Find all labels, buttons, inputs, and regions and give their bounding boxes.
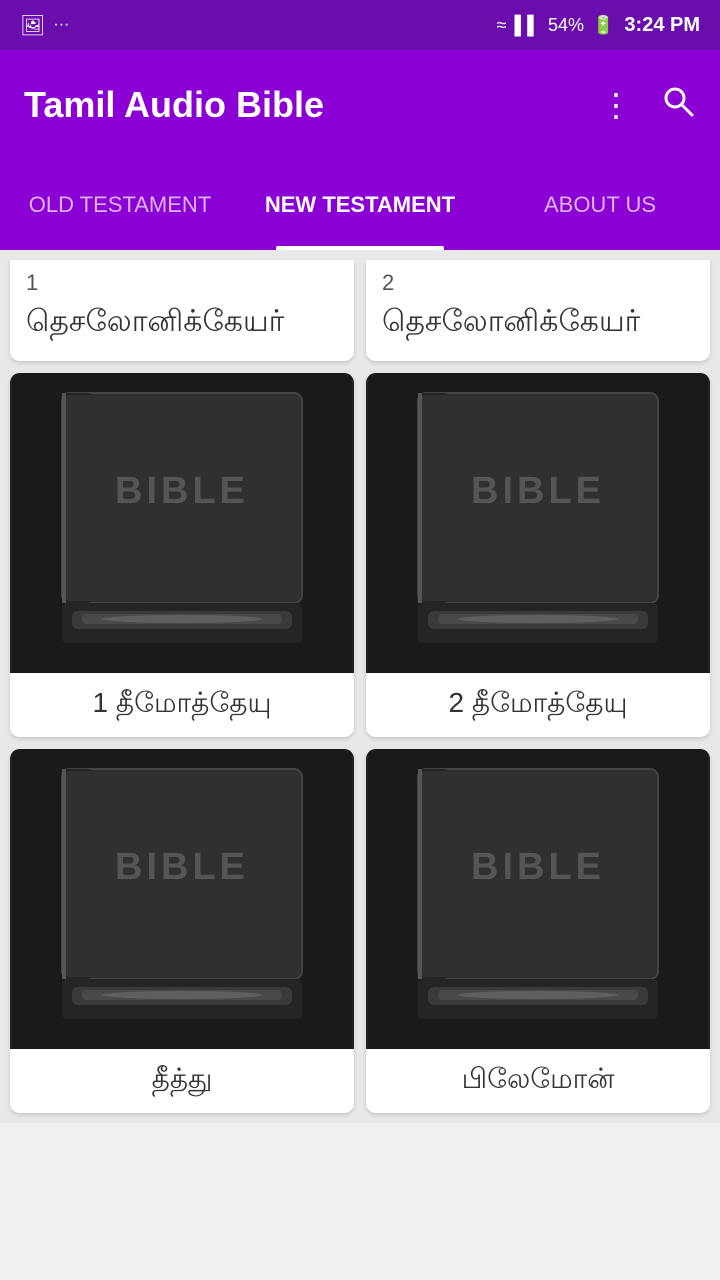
- search-icon[interactable]: [660, 83, 696, 127]
- card-titus-label: தீத்து: [142, 1049, 223, 1113]
- card-titus-image: BIBLE: [10, 749, 354, 1049]
- card-1-timothy-image: BIBLE: [10, 373, 354, 673]
- tab-bar: OLD TESTAMENT NEW TESTAMENT ABOUT US: [0, 160, 720, 250]
- svg-text:BIBLE: BIBLE: [471, 470, 605, 512]
- card-1-timothy[interactable]: BIBLE 1 தீமோத்தேயு: [10, 373, 354, 737]
- card-philemon-label: பிலேமோன்: [452, 1049, 625, 1113]
- battery-text: 54%: [548, 15, 584, 36]
- tab-about-us-label: ABOUT US: [544, 192, 656, 218]
- status-left-icons: 🖼 ···: [20, 13, 69, 38]
- card-titus[interactable]: BIBLE தீத்து: [10, 749, 354, 1113]
- app-title: Tamil Audio Bible: [24, 84, 600, 126]
- partial-card-1-title: தெசலோனிக்கேயர்: [26, 302, 284, 341]
- tab-old-testament[interactable]: OLD TESTAMENT: [0, 160, 240, 250]
- partial-card-1[interactable]: 1 தெசலோனிக்கேயர்: [10, 260, 354, 361]
- status-bar: 🖼 ··· ≈ ▌▌ 54% 🔋 3:24 PM: [0, 0, 720, 50]
- card-philemon-image: BIBLE: [366, 749, 710, 1049]
- tab-new-testament[interactable]: NEW TESTAMENT: [240, 160, 480, 250]
- partial-card-2[interactable]: 2 தெசலோனிக்கேயர்: [366, 260, 710, 361]
- status-icons: ≈ ▌▌ 54% 🔋: [497, 15, 615, 36]
- gallery-icon: 🖼: [20, 13, 45, 38]
- wifi-icon: ≈: [497, 15, 507, 36]
- battery-icon: 🔋: [592, 15, 614, 36]
- card-2-timothy-image: BIBLE: [366, 373, 710, 673]
- content-grid: 1 தெசலோனிக்கேயர் 2 தெசலோனிக்கேயர் BIBLE: [0, 250, 720, 1123]
- more-status-icon: ···: [53, 16, 69, 34]
- partial-card-2-number: 2: [382, 270, 394, 296]
- tab-about-us[interactable]: ABOUT US: [480, 160, 720, 250]
- app-bar: Tamil Audio Bible ⋮: [0, 50, 720, 160]
- card-2-timothy-label: 2 தீமோத்தேயு: [439, 673, 638, 737]
- partial-card-1-number: 1: [26, 270, 38, 296]
- card-philemon[interactable]: BIBLE பிலேமோன்: [366, 749, 710, 1113]
- tab-old-testament-label: OLD TESTAMENT: [29, 192, 212, 218]
- app-bar-icons: ⋮: [600, 83, 696, 127]
- card-1-timothy-label: 1 தீமோத்தேயு: [83, 673, 282, 737]
- svg-text:BIBLE: BIBLE: [115, 846, 249, 888]
- partial-card-2-title: தெசலோனிக்கேயர்: [382, 302, 640, 341]
- svg-text:BIBLE: BIBLE: [471, 846, 605, 888]
- status-time: 3:24 PM: [624, 14, 700, 37]
- tab-new-testament-label: NEW TESTAMENT: [265, 192, 455, 218]
- svg-text:BIBLE: BIBLE: [115, 470, 249, 512]
- signal-icon: ▌▌: [514, 15, 540, 36]
- more-options-icon[interactable]: ⋮: [600, 86, 632, 124]
- card-2-timothy[interactable]: BIBLE 2 தீமோத்தேயு: [366, 373, 710, 737]
